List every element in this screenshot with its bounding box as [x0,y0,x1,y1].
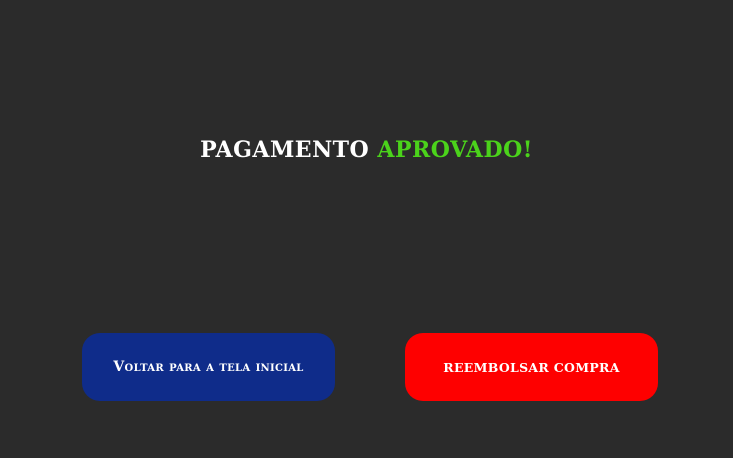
refund-purchase-button[interactable]: REEMBOLSAR COMPRA [405,333,658,401]
title-prefix: PAGAMENTO [200,137,370,163]
back-to-home-button-label: Voltar para a tela inicial [113,359,304,375]
page-title: PAGAMENTO APROVADO! [0,137,733,163]
refund-purchase-button-label: REEMBOLSAR COMPRA [443,359,620,375]
title-status: APROVADO! [377,137,533,163]
back-to-home-button[interactable]: Voltar para a tela inicial [82,333,335,401]
